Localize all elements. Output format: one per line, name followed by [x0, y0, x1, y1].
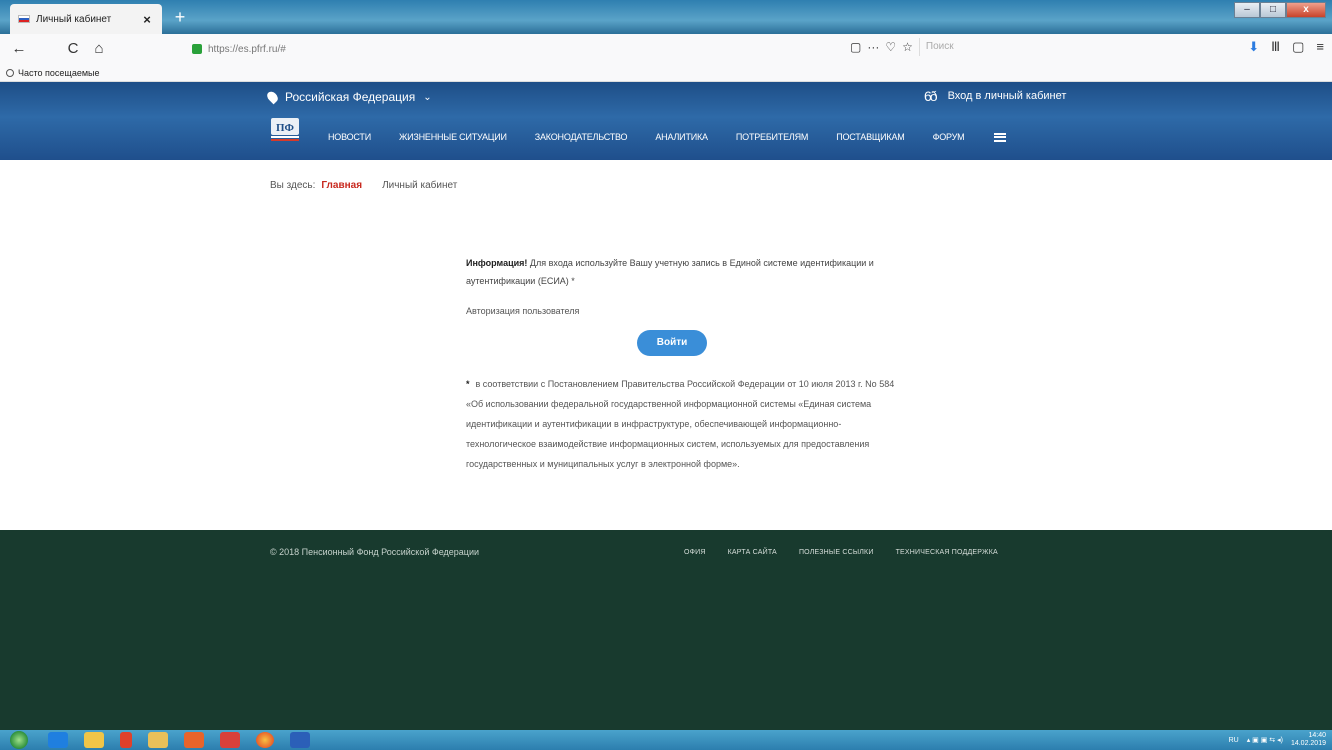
clock-time: 14:40 — [1308, 732, 1326, 739]
window-controls: – □ x — [1234, 2, 1326, 18]
start-button[interactable] — [10, 731, 28, 749]
new-tab-button[interactable]: + — [170, 8, 190, 28]
info-text: Для входа используйте Вашу учетную запис… — [466, 258, 874, 286]
svg-text:ПФ: ПФ — [276, 122, 295, 134]
breadcrumb-current: Личный кабинет — [382, 180, 458, 191]
clock-date: 14.02.2019 — [1290, 740, 1326, 747]
gear-icon — [6, 68, 14, 77]
region-selector[interactable]: Российская Федерация ⌄ — [265, 89, 432, 105]
site-footer: © 2018 Пенсионный Фонд Российской Федера… — [0, 530, 1332, 730]
minimize-button[interactable]: – — [1234, 2, 1260, 18]
footer-link-ofiya[interactable]: ОФИЯ — [684, 549, 706, 556]
main-navigation: НОВОСТИ ЖИЗНЕННЫЕ СИТУАЦИИ ЗАКОНОДАТЕЛЬС… — [328, 132, 1007, 142]
internet-explorer-icon[interactable] — [48, 732, 68, 748]
os-taskbar: RU ▴ ▣ ▣ ⇆ ◂) 14:40 14.02.2019 — [0, 730, 1332, 750]
app-orange-icon[interactable] — [184, 732, 204, 748]
tab-close-icon[interactable]: × — [140, 12, 154, 27]
bookmark-most-visited[interactable]: Часто посещаемые — [18, 68, 100, 78]
login-link-label: Вход в личный кабинет — [947, 90, 1067, 102]
nav-forum[interactable]: ФОРУМ — [933, 132, 965, 142]
copyright: © 2018 Пенсионный Фонд Российской Федера… — [270, 547, 480, 557]
info-label: Информация! — [466, 258, 528, 268]
nav-news[interactable]: НОВОСТИ — [328, 132, 371, 142]
library-icon[interactable]: Ⅲ — [1271, 39, 1280, 55]
reader-view-icon[interactable]: ▢ — [850, 40, 861, 54]
browser-tab-bar: Личный кабинет × + – □ x — [0, 0, 1332, 34]
footnote-star: * — [466, 379, 470, 389]
nav-legislation[interactable]: ЗАКОНОДАТЕЛЬСТВО — [535, 132, 628, 142]
tab-title: Личный кабинет — [36, 13, 112, 25]
chevron-down-icon: ⌄ — [423, 91, 432, 103]
screen: Личный кабинет × + – □ x ← C ⌂ https://e… — [0, 0, 1332, 750]
site-header: Российская Федерация ⌄ 6ð Вход в личный … — [0, 82, 1332, 160]
nav-life-situations[interactable]: ЖИЗНЕННЫЕ СИТУАЦИИ — [399, 132, 507, 142]
pocket-icon[interactable]: ♡ — [885, 40, 896, 54]
footer-link-sitemap[interactable]: КАРТА САЙТА — [728, 549, 777, 556]
home-button[interactable]: ⌂ — [86, 37, 112, 61]
bookmark-star-icon[interactable]: ☆ — [902, 40, 913, 54]
close-window-button[interactable]: x — [1286, 2, 1326, 18]
url-text: https://es.pfrf.ru/# — [208, 43, 286, 55]
login-button[interactable]: Войти — [637, 330, 707, 356]
word-icon[interactable] — [290, 732, 310, 748]
browser-tab[interactable]: Личный кабинет × — [10, 4, 162, 34]
hamburger-menu-icon[interactable] — [994, 132, 1007, 142]
system-tray: RU ▴ ▣ ▣ ⇆ ◂) 14:40 14.02.2019 — [1229, 732, 1326, 748]
firefox-icon[interactable] — [256, 732, 274, 748]
sidebar-icon[interactable]: ▢ — [1292, 39, 1304, 55]
page-actions-icon[interactable]: ··· — [867, 40, 879, 54]
footnote: * в соответствии с Постановлением Правите… — [466, 374, 896, 474]
back-button[interactable]: ← — [6, 37, 32, 61]
maximize-button[interactable]: □ — [1260, 2, 1286, 18]
breadcrumb-home-link[interactable]: Главная — [321, 180, 362, 191]
menu-icon[interactable]: ≡ — [1316, 39, 1324, 55]
nav-analytics[interactable]: АНАЛИТИКА — [655, 132, 708, 142]
glasses-icon: 6ð — [924, 88, 938, 104]
url-actions: ▢ ··· ♡ ☆ Поиск — [850, 38, 983, 56]
reload-button[interactable]: C — [60, 37, 86, 61]
nav-suppliers[interactable]: ПОСТАВЩИКАМ — [836, 132, 905, 142]
search-input[interactable]: Поиск — [918, 38, 983, 56]
breadcrumb-prefix: Вы здесь: — [270, 180, 316, 191]
bookmarks-bar: Часто посещаемые — [0, 64, 1332, 82]
download-icon[interactable]: ⬇ — [1248, 39, 1259, 55]
footer-link-useful-links[interactable]: ПОЛЕЗНЫЕ ССЫЛКИ — [799, 549, 874, 556]
app-red-icon[interactable] — [120, 732, 132, 748]
footer-links: ОФИЯ КАРТА САЙТА ПОЛЕЗНЫЕ ССЫЛКИ ТЕХНИЧЕ… — [684, 549, 998, 556]
region-label: Российская Федерация — [285, 90, 416, 104]
file-explorer-icon[interactable] — [84, 732, 104, 748]
language-indicator[interactable]: RU — [1229, 737, 1239, 744]
auth-label: Авторизация пользователя — [466, 306, 580, 316]
flag-favicon-icon — [18, 15, 30, 23]
footnote-text: в соответствии с Постановлением Правител… — [466, 379, 895, 469]
tray-icons[interactable]: ▴ ▣ ▣ ⇆ ◂) — [1247, 736, 1283, 744]
app-house-icon[interactable] — [220, 732, 240, 748]
lock-icon — [192, 44, 202, 54]
folder-icon[interactable] — [148, 732, 168, 748]
pfr-logo-icon[interactable]: ПФ — [270, 116, 300, 142]
clock[interactable]: 14:40 14.02.2019 — [1291, 732, 1326, 748]
location-pin-icon — [265, 89, 280, 105]
browser-toolbar: ← C ⌂ https://es.pfrf.ru/# ▢ ··· ♡ ☆ Пои… — [0, 34, 1332, 64]
footer-link-support[interactable]: ТЕХНИЧЕСКАЯ ПОДДЕРЖКА — [896, 549, 998, 556]
breadcrumb: Вы здесь: Главная Личный кабинет — [270, 180, 457, 191]
login-link[interactable]: 6ð Вход в личный кабинет — [924, 88, 1066, 104]
browser-right-tools: ⬇ Ⅲ ▢ ≡ — [1248, 39, 1324, 55]
nav-consumers[interactable]: ПОТРЕБИТЕЛЯМ — [736, 132, 809, 142]
info-message: Информация! Для входа используйте Вашу у… — [466, 254, 886, 290]
